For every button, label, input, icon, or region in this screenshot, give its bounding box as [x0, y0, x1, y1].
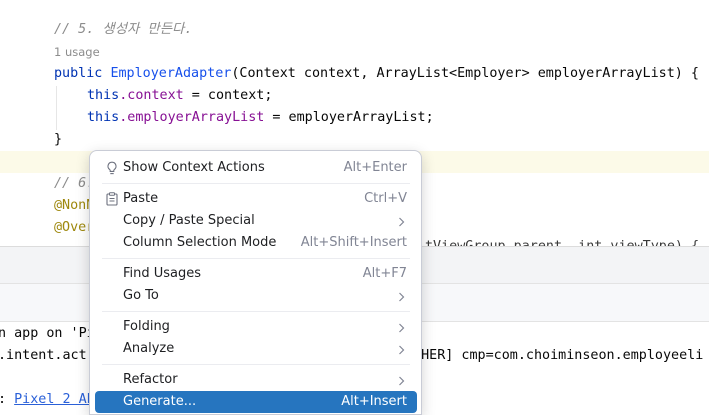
- clipboard-icon: [104, 191, 120, 207]
- menu-item-column-selection-mode[interactable]: Column Selection Mode Alt+Shift+Insert: [95, 232, 417, 254]
- keyword-this: this: [87, 110, 120, 125]
- menu-separator: [102, 183, 410, 184]
- menu-item-label: Copy / Paste Special: [123, 213, 255, 228]
- assign-rest: = context;: [183, 88, 273, 103]
- menu-item-label: Analyze: [123, 341, 175, 356]
- console-line-1: n app on 'Pi: [0, 326, 95, 341]
- menu-item-label: Generate...: [123, 394, 197, 409]
- menu-item-folding[interactable]: Folding: [95, 316, 417, 338]
- menu-item-copy-paste-special[interactable]: Copy / Paste Special: [95, 210, 417, 232]
- code-partial-line: tViewGroup parent, int viewType) {: [425, 236, 699, 246]
- menu-item-show-context-actions[interactable]: Show Context Actions Alt+Enter: [95, 157, 417, 179]
- lightbulb-icon: [104, 160, 120, 176]
- menu-item-label: Folding: [123, 319, 170, 334]
- menu-separator: [102, 364, 410, 365]
- menu-item-shortcut: Alt+Shift+Insert: [300, 235, 407, 250]
- menu-item-shortcut: Alt+Insert: [341, 394, 407, 409]
- keyword-public: public: [54, 66, 111, 81]
- editor-context-menu: Show Context Actions Alt+Enter Paste Ctr…: [89, 150, 422, 415]
- chevron-right-icon: [398, 375, 405, 386]
- menu-item-label: Go To: [123, 288, 159, 303]
- code-line-list-assign: this.employerArrayList = employerArrayLi…: [87, 107, 434, 129]
- console-device-link[interactable]: Pixel 2 AP: [14, 392, 95, 407]
- menu-item-label: Column Selection Mode: [123, 235, 277, 250]
- code-line-close-brace: }: [54, 132, 63, 147]
- menu-item-go-to[interactable]: Go To: [95, 285, 417, 307]
- menu-item-paste[interactable]: Paste Ctrl+V: [95, 188, 417, 210]
- menu-separator: [102, 311, 410, 312]
- console-line-2: .intent.act: [0, 348, 87, 363]
- menu-item-refactor[interactable]: Refactor: [95, 369, 417, 391]
- indent-guide: [56, 86, 57, 130]
- console-line-3-prefix: :: [0, 392, 14, 407]
- menu-item-find-usages[interactable]: Find Usages Alt+F7: [95, 263, 417, 285]
- assign-rest: = employerArrayList;: [264, 110, 434, 125]
- menu-item-shortcut: Alt+Enter: [343, 160, 407, 175]
- menu-item-label: Find Usages: [123, 266, 202, 281]
- field-context: .context: [119, 88, 184, 103]
- chevron-right-icon: [398, 344, 405, 355]
- menu-separator: [102, 258, 410, 259]
- chevron-right-icon: [398, 291, 405, 302]
- chevron-right-icon: [398, 322, 405, 333]
- field-employer-array-list: .employerArrayList: [119, 110, 265, 125]
- menu-item-label: Paste: [123, 191, 159, 206]
- menu-item-label: Refactor: [123, 372, 178, 387]
- menu-item-shortcut: Alt+F7: [362, 266, 407, 281]
- keyword-this: this: [87, 88, 120, 103]
- console-line-3: : Pixel 2 AP: [0, 389, 95, 411]
- chevron-right-icon: [398, 216, 405, 227]
- menu-item-generate[interactable]: Generate... Alt+Insert: [95, 391, 417, 413]
- console-line-2-right: NCHER] cmp=com.choiminseon.employeeli: [405, 348, 704, 363]
- usages-inlay-hint[interactable]: 1 usage: [54, 43, 100, 61]
- code-line-constructor: public EmployerAdapter(Context context, …: [54, 63, 699, 85]
- menu-item-label: Show Context Actions: [123, 160, 265, 175]
- constructor-name: EmployerAdapter: [110, 66, 232, 81]
- menu-item-analyze[interactable]: Analyze: [95, 338, 417, 360]
- menu-item-shortcut: Ctrl+V: [364, 191, 407, 206]
- code-line-context-assign: this.context = context;: [87, 85, 272, 107]
- code-comment-constructor: // 5. 생성자 만든다.: [54, 22, 193, 37]
- constructor-params: (Context context, ArrayList<Employer> em…: [231, 66, 699, 81]
